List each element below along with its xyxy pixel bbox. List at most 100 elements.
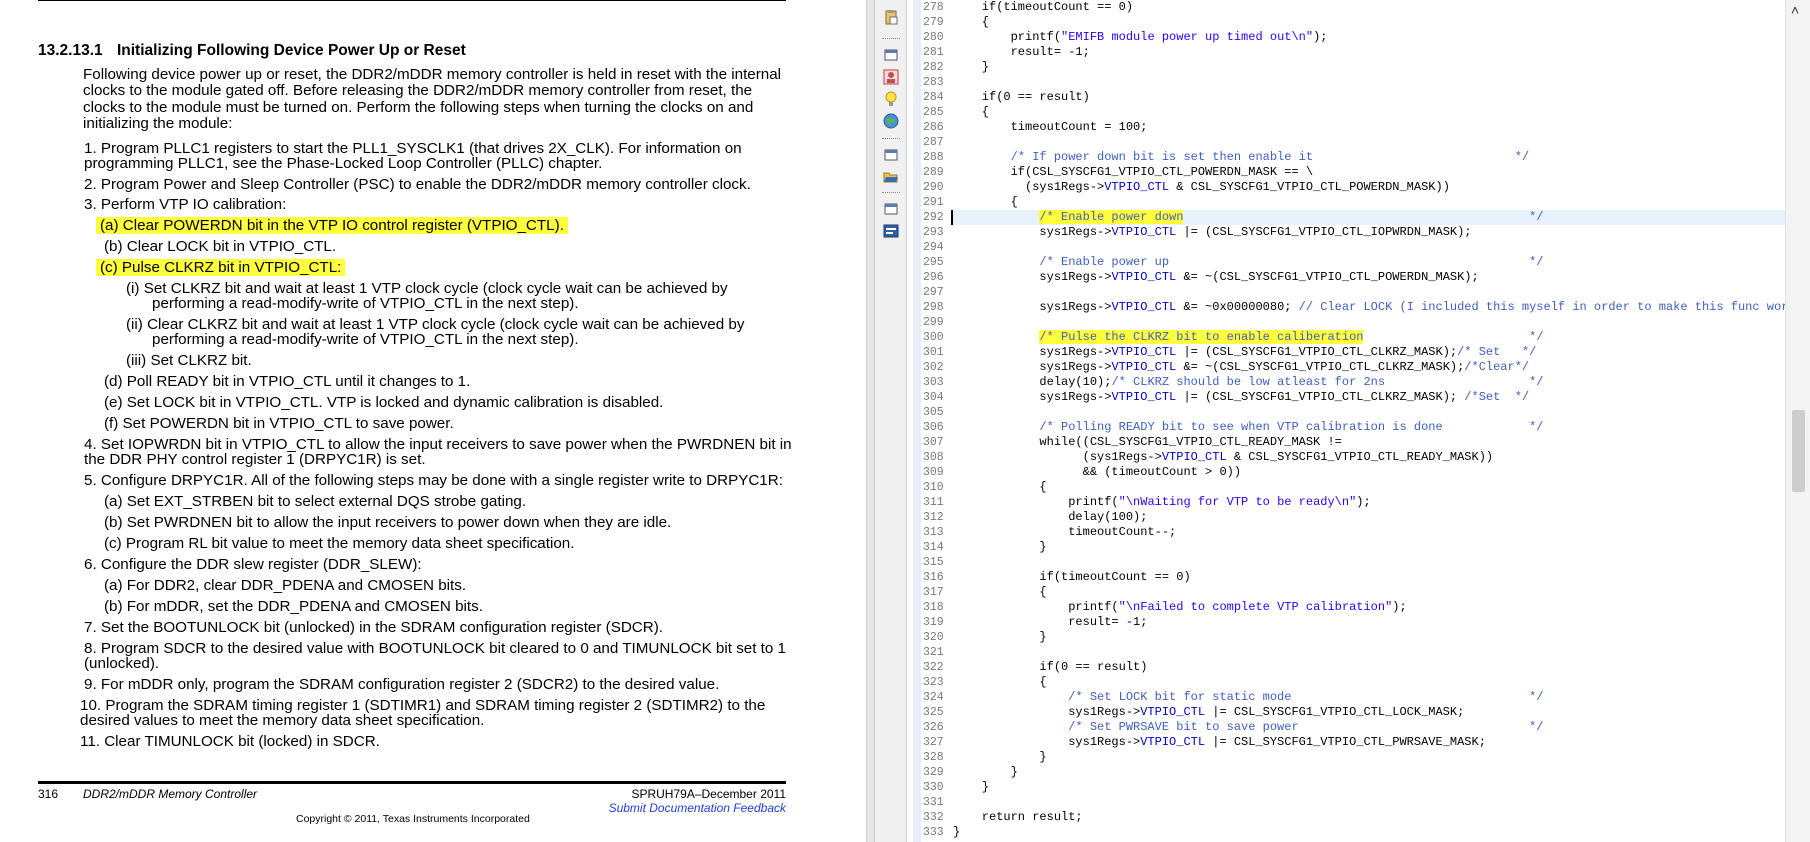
line-number: 311 bbox=[923, 496, 944, 509]
line-number: 283 bbox=[923, 76, 944, 89]
code-line[interactable]: { bbox=[953, 585, 1046, 600]
line-number: 305 bbox=[923, 406, 944, 419]
line-number: 285 bbox=[923, 106, 944, 119]
step-line: performing a read-modify-write of VTPIO_… bbox=[152, 295, 579, 312]
step-line: 2. Program Power and Sleep Controller (P… bbox=[84, 176, 751, 193]
code-line[interactable]: delay(100); bbox=[953, 510, 1147, 525]
code-line[interactable]: /* Pulse the CLKRZ bit to enable caliber… bbox=[953, 330, 1544, 345]
code-line[interactable]: printf("\nWaiting for VTP to be ready\n"… bbox=[953, 495, 1370, 510]
line-number: 312 bbox=[923, 511, 944, 524]
line-number: 320 bbox=[923, 631, 944, 644]
section-heading: 13.2.13.1 Initializing Following Device … bbox=[38, 42, 466, 60]
code-line[interactable]: timeoutCount--; bbox=[953, 525, 1176, 540]
lightbulb-icon[interactable] bbox=[881, 90, 901, 108]
console-icon[interactable] bbox=[881, 222, 901, 240]
line-number: 287 bbox=[923, 136, 944, 149]
code-line[interactable]: if(timeoutCount == 0) bbox=[953, 0, 1133, 15]
code-line[interactable]: } bbox=[953, 630, 1046, 645]
scroll-thumb[interactable] bbox=[1792, 410, 1805, 492]
code-line[interactable]: /* Polling READY bit to see when VTP cal… bbox=[953, 420, 1543, 435]
line-number: 296 bbox=[923, 271, 944, 284]
scroll-up-arrow[interactable]: ˄ bbox=[1791, 2, 1799, 18]
step-line: programming PLLC1, see the Phase-Locked … bbox=[84, 155, 603, 172]
code-line[interactable]: delay(10);/* CLKRZ should be low atleast… bbox=[953, 375, 1543, 390]
code-line[interactable]: printf("\nFailed to complete VTP calibra… bbox=[953, 600, 1406, 615]
line-number: 318 bbox=[923, 601, 944, 614]
code-line[interactable]: sys1Regs->VTPIO_CTL &= ~0x00000080; // C… bbox=[953, 300, 1785, 315]
line-number: 278 bbox=[923, 1, 944, 14]
code-line[interactable]: } bbox=[953, 780, 989, 795]
code-line[interactable]: /* Enable power down */ bbox=[953, 210, 1544, 225]
window-icon[interactable] bbox=[881, 46, 901, 64]
code-text-area[interactable]: if(timeoutCount == 0) { printf("EMIFB mo… bbox=[953, 0, 1785, 842]
line-number: 294 bbox=[923, 241, 944, 254]
code-line[interactable]: } bbox=[953, 60, 989, 75]
code-line[interactable]: { bbox=[953, 675, 1046, 690]
line-number: 329 bbox=[923, 766, 944, 779]
code-line[interactable]: { bbox=[953, 195, 1018, 210]
person-icon[interactable] bbox=[881, 68, 901, 86]
code-line[interactable]: sys1Regs->VTPIO_CTL |= (CSL_SYSCFG1_VTPI… bbox=[953, 390, 1529, 405]
code-line[interactable]: (sys1Regs->VTPIO_CTL & CSL_SYSCFG1_VTPIO… bbox=[953, 450, 1494, 465]
globe-icon[interactable] bbox=[881, 112, 901, 130]
clipboard-icon[interactable] bbox=[881, 8, 901, 26]
section-number: 13.2.13.1 bbox=[38, 42, 103, 59]
line-number: 323 bbox=[923, 676, 944, 689]
code-line[interactable]: result= -1; bbox=[953, 45, 1090, 60]
code-line[interactable]: sys1Regs->VTPIO_CTL |= (CSL_SYSCFG1_VTPI… bbox=[953, 225, 1471, 240]
step-line: (e) Set LOCK bit in VTPIO_CTL. VTP is lo… bbox=[104, 394, 664, 411]
copyright-notice: Copyright © 2011, Texas Instruments Inco… bbox=[296, 813, 530, 825]
code-line[interactable]: timeoutCount = 100; bbox=[953, 120, 1148, 135]
code-line[interactable]: printf("EMIFB module power up timed out\… bbox=[953, 30, 1328, 45]
line-number: 313 bbox=[923, 526, 944, 539]
pane-divider[interactable] bbox=[866, 0, 875, 842]
code-line[interactable]: } bbox=[953, 765, 1018, 780]
code-line[interactable]: { bbox=[953, 15, 989, 30]
code-line[interactable]: /* Set LOCK bit for static mode */ bbox=[953, 690, 1543, 705]
line-number: 319 bbox=[923, 616, 944, 629]
code-line[interactable]: sys1Regs->VTPIO_CTL |= CSL_SYSCFG1_VTPIO… bbox=[953, 705, 1464, 720]
code-line[interactable]: return result; bbox=[953, 810, 1083, 825]
intro-line: Following device power up or reset, the … bbox=[83, 66, 782, 83]
code-line[interactable]: { bbox=[953, 480, 1046, 495]
toolbar-separator bbox=[882, 138, 900, 139]
feedback-link[interactable]: Submit Documentation Feedback bbox=[609, 801, 786, 815]
line-number: 291 bbox=[923, 196, 944, 209]
footer-rule bbox=[38, 781, 786, 784]
code-line[interactable]: while((CSL_SYSCFG1_VTPIO_CTL_READY_MASK … bbox=[953, 435, 1341, 450]
line-number: 279 bbox=[923, 16, 944, 29]
code-line[interactable]: sys1Regs->VTPIO_CTL &= ~(CSL_SYSCFG1_VTP… bbox=[953, 270, 1478, 285]
code-line[interactable]: /* If power down bit is set then enable … bbox=[953, 150, 1529, 165]
line-number: 290 bbox=[923, 181, 944, 194]
code-line[interactable]: (sys1Regs->VTPIO_CTL & CSL_SYSCFG1_VTPIO… bbox=[953, 180, 1450, 195]
code-line[interactable]: && (timeoutCount > 0)) bbox=[953, 465, 1241, 480]
code-line[interactable]: if(0 == result) bbox=[953, 90, 1090, 105]
code-line[interactable]: /* Enable power up */ bbox=[953, 255, 1543, 270]
code-line[interactable]: sys1Regs->VTPIO_CTL |= CSL_SYSCFG1_VTPIO… bbox=[953, 735, 1486, 750]
code-line[interactable]: } bbox=[953, 825, 960, 840]
line-number: 289 bbox=[923, 166, 944, 179]
line-number: 295 bbox=[923, 256, 944, 269]
window-icon-2[interactable] bbox=[881, 146, 901, 164]
code-line[interactable]: sys1Regs->VTPIO_CTL &= ~(CSL_SYSCFG1_VTP… bbox=[953, 360, 1529, 375]
step-line: (unlocked). bbox=[84, 655, 160, 672]
window-icon-3[interactable] bbox=[881, 200, 901, 218]
code-line[interactable]: if(timeoutCount == 0) bbox=[953, 570, 1190, 585]
step-line: (d) Poll READY bit in VTPIO_CTL until it… bbox=[104, 373, 471, 390]
step-line: 6. Configure the DDR slew register (DDR_… bbox=[84, 556, 422, 573]
folder-open-icon[interactable] bbox=[881, 168, 901, 186]
code-line[interactable]: if(0 == result) bbox=[953, 660, 1147, 675]
vertical-scrollbar[interactable]: ˄ bbox=[1785, 0, 1810, 842]
code-line[interactable]: sys1Regs->VTPIO_CTL |= (CSL_SYSCFG1_VTPI… bbox=[953, 345, 1536, 360]
code-line[interactable]: } bbox=[953, 540, 1046, 555]
code-line[interactable]: result= -1; bbox=[953, 615, 1147, 630]
code-line[interactable]: { bbox=[953, 105, 989, 120]
code-line[interactable]: } bbox=[953, 750, 1046, 765]
line-number: 321 bbox=[923, 646, 944, 659]
code-line[interactable]: if(CSL_SYSCFG1_VTPIO_CTL_POWERDN_MASK ==… bbox=[953, 165, 1313, 180]
code-line[interactable]: /* Set PWRSAVE bit to save power */ bbox=[953, 720, 1543, 735]
step-line: (b) For mDDR, set the DDR_PDENA and CMOS… bbox=[104, 598, 483, 615]
text-cursor bbox=[951, 210, 953, 225]
annotation-ruler bbox=[913, 0, 921, 842]
step-line: (c) Program RL bit value to meet the mem… bbox=[104, 535, 575, 552]
